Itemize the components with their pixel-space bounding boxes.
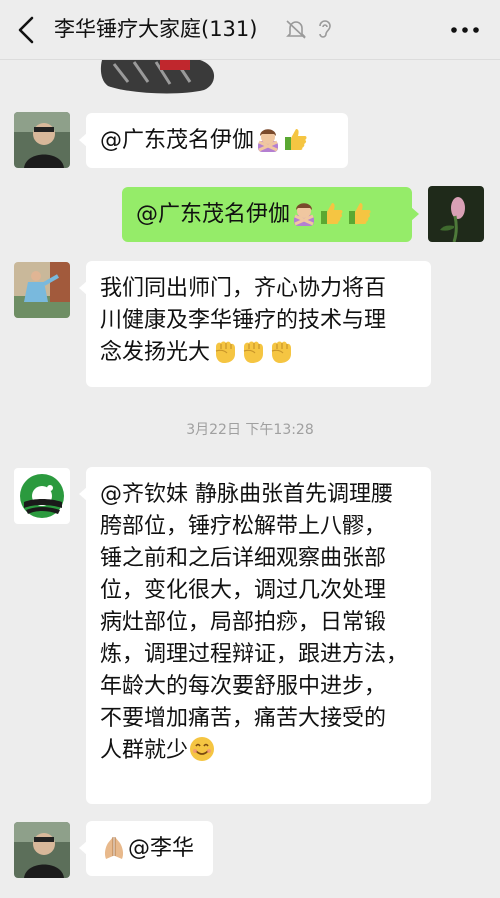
- self-avatar[interactable]: [428, 186, 484, 242]
- message-line: 病灶部位，局部拍痧，日常锻: [100, 610, 387, 635]
- sender-avatar[interactable]: [14, 112, 70, 168]
- sender-avatar[interactable]: [14, 468, 70, 524]
- sender-avatar[interactable]: [14, 822, 70, 878]
- message-bubble-self[interactable]: @广东茂名伊伽: [122, 187, 419, 242]
- back-arrow-icon[interactable]: [10, 12, 44, 48]
- message-line: 我们同出师门，齐心协力将百: [100, 276, 387, 301]
- raised-fist-emoji: [243, 341, 264, 363]
- sender-avatar[interactable]: [14, 262, 70, 318]
- sticker-image[interactable]: [100, 60, 220, 94]
- woman-gesturing-no-emoji: [294, 203, 315, 226]
- more-icon[interactable]: [448, 16, 482, 44]
- mute-bell-icon: [286, 20, 306, 39]
- message-line: @齐钦妹 静脉曲张首先调理腰: [100, 482, 393, 507]
- message-bubble[interactable]: 我们同出师门，齐心协力将百 川健康及李华锤疗的技术与理 念发扬光大: [79, 261, 431, 387]
- group-title: 李华锤疗大家庭(131): [54, 17, 258, 41]
- message-line: 年龄大的每次要舒服中进步，: [100, 674, 387, 699]
- message-text: @李华: [128, 836, 195, 861]
- thumbs-up-emoji: [321, 203, 343, 224]
- message-bubble[interactable]: @广东茂名伊伽: [79, 113, 348, 168]
- message-timestamp: 3月22日 下午13:28: [186, 422, 314, 438]
- thumbs-up-emoji: [285, 129, 307, 150]
- message-line: 胯部位，锤疗松解带上八髎，: [100, 514, 387, 539]
- message-text: @广东茂名伊伽: [136, 202, 291, 227]
- message-list[interactable]: @广东茂名伊伽 @广东茂名伊伽 我们同出师门，齐心协力将百 川健康及李华锤疗的技…: [0, 60, 500, 898]
- folded-hands-emoji: [104, 837, 124, 859]
- message-line: 念发扬光大: [100, 340, 211, 365]
- thumbs-up-emoji: [349, 203, 371, 224]
- message-line: 炼，调理过程辩证，跟进方法，: [100, 642, 409, 667]
- message-line: 位，变化很大，调过几次处理: [100, 578, 387, 603]
- message-line: 锤之前和之后详细观察曲张部: [100, 546, 387, 571]
- message-line: 川健康及李华锤疗的技术与理: [100, 308, 387, 333]
- woman-gesturing-no-emoji: [258, 129, 279, 152]
- message-text: @广东茂名伊伽: [100, 128, 255, 153]
- message-line: 人群就少: [100, 738, 189, 763]
- chat-header: 李华锤疗大家庭(131): [0, 0, 500, 60]
- message-line: 不要增加痛苦，痛苦大接受的: [100, 706, 387, 731]
- message-bubble[interactable]: @李华: [79, 821, 213, 876]
- ear-icon: [319, 20, 331, 38]
- message-bubble[interactable]: @齐钦妹 静脉曲张首先调理腰 胯部位，锤疗松解带上八髎， 锤之前和之后详细观察曲…: [79, 467, 431, 804]
- raised-fist-emoji: [271, 341, 292, 363]
- smiling-face-emoji: [190, 737, 215, 761]
- raised-fist-emoji: [215, 341, 236, 363]
